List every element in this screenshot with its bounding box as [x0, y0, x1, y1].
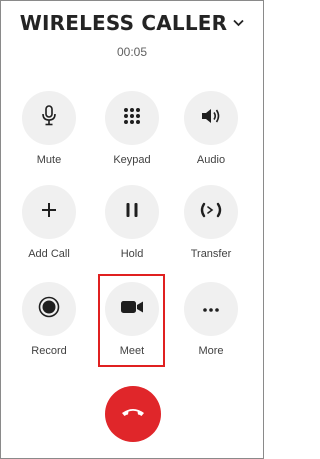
video-camera-icon	[120, 299, 144, 320]
record-control: Record	[12, 282, 86, 357]
transfer-button[interactable]	[184, 185, 238, 239]
microphone-icon	[40, 104, 58, 132]
hold-label: Hold	[120, 248, 144, 260]
record-button[interactable]	[22, 282, 76, 336]
transfer-control: Transfer	[174, 185, 248, 260]
more-control: More	[174, 282, 248, 357]
add-call-label: Add Call	[28, 248, 70, 260]
mute-control: Mute	[12, 91, 86, 166]
add-call-button[interactable]	[22, 185, 76, 239]
plus-icon	[40, 201, 58, 224]
audio-button[interactable]	[184, 91, 238, 145]
hang-up-button[interactable]	[105, 386, 161, 442]
pause-icon	[124, 202, 140, 223]
call-timer: 00:05	[116, 45, 148, 59]
chevron-down-icon[interactable]	[233, 19, 244, 27]
hold-control: Hold	[95, 185, 169, 260]
hold-button[interactable]	[105, 185, 159, 239]
speaker-icon	[200, 107, 222, 130]
caller-name: WIRELESS CALLER	[19, 11, 228, 35]
keypad-label: Keypad	[113, 154, 151, 166]
mute-label: Mute	[36, 154, 62, 166]
keypad-button[interactable]	[105, 91, 159, 145]
add-call-control: Add Call	[12, 185, 86, 260]
keypad-control: Keypad	[95, 91, 169, 166]
audio-label: Audio	[196, 154, 226, 166]
meet-label: Meet	[119, 345, 145, 357]
mute-button[interactable]	[22, 91, 76, 145]
more-label: More	[198, 345, 224, 357]
more-button[interactable]	[184, 282, 238, 336]
more-icon	[202, 300, 220, 318]
transfer-label: Transfer	[190, 248, 232, 260]
keypad-icon	[123, 107, 141, 130]
call-window: WIRELESS CALLER 00:05 Mute Keypad Audio …	[0, 0, 264, 459]
transfer-icon	[199, 201, 223, 224]
record-icon	[38, 296, 60, 323]
record-label: Record	[31, 345, 67, 357]
audio-control: Audio	[174, 91, 248, 166]
call-header: WIRELESS CALLER	[1, 9, 263, 37]
meet-button[interactable]	[105, 282, 159, 336]
hang-up-icon	[120, 405, 146, 423]
meet-control: Meet	[95, 282, 169, 357]
